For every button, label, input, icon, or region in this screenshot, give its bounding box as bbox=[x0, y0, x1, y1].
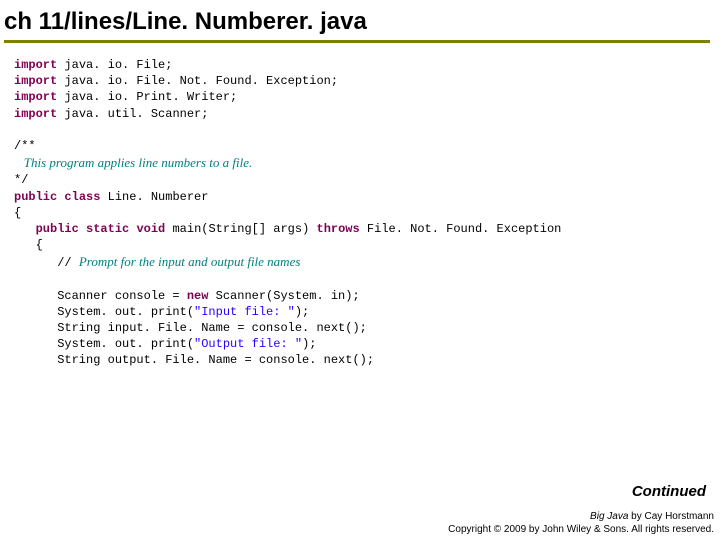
slide-title: ch 11/lines/Line. Numberer. java bbox=[0, 0, 720, 40]
brace-open-2: { bbox=[14, 238, 43, 252]
doc-comment-open: /** bbox=[14, 139, 36, 153]
import-line-3: java. io. Print. Writer; bbox=[57, 90, 237, 104]
keyword-import: import bbox=[14, 58, 57, 72]
keyword-new: new bbox=[187, 289, 209, 303]
footer-line-1: Big Java by Cay Horstmann bbox=[448, 511, 714, 524]
input-filename-line: String input. File. Name = console. next… bbox=[14, 321, 367, 335]
class-name: Line. Numberer bbox=[100, 190, 208, 204]
keyword-class: class bbox=[64, 190, 100, 204]
string-output: "Output file: " bbox=[194, 337, 302, 351]
print-output-b: ); bbox=[302, 337, 316, 351]
import-line-2: java. io. File. Not. Found. Exception; bbox=[57, 74, 338, 88]
keyword-import: import bbox=[14, 74, 57, 88]
code-block: import java. io. File; import java. io. … bbox=[0, 43, 720, 369]
keyword-public: public bbox=[14, 190, 57, 204]
print-input-b: ); bbox=[295, 305, 309, 319]
book-title: Big Java bbox=[590, 511, 628, 522]
copyright: Copyright © 2009 by John Wiley & Sons. A… bbox=[448, 524, 714, 537]
continued-label: Continued bbox=[632, 483, 706, 500]
keyword-static: static bbox=[86, 222, 129, 236]
keyword-import: import bbox=[14, 107, 57, 121]
output-filename-line: String output. File. Name = console. nex… bbox=[14, 353, 374, 367]
scanner-line-b: Scanner(System. in); bbox=[208, 289, 359, 303]
indent bbox=[14, 222, 36, 236]
print-input-a: System. out. print( bbox=[14, 305, 194, 319]
main-signature: main(String[] args) bbox=[165, 222, 316, 236]
author: by Cay Horstmann bbox=[628, 511, 714, 522]
scanner-line-a: Scanner console = bbox=[14, 289, 187, 303]
import-line-4: java. util. Scanner; bbox=[57, 107, 208, 121]
import-line-1: java. io. File; bbox=[57, 58, 172, 72]
string-input: "Input file: " bbox=[194, 305, 295, 319]
throws-clause: File. Not. Found. Exception bbox=[360, 222, 562, 236]
keyword-throws: throws bbox=[317, 222, 360, 236]
print-output-a: System. out. print( bbox=[14, 337, 194, 351]
keyword-public: public bbox=[36, 222, 79, 236]
doc-comment-body: This program applies line numbers to a f… bbox=[14, 155, 252, 170]
brace-open: { bbox=[14, 206, 21, 220]
keyword-void: void bbox=[136, 222, 165, 236]
doc-comment-close: */ bbox=[14, 173, 28, 187]
comment-text: Prompt for the input and output file nam… bbox=[79, 254, 301, 269]
footer: Big Java by Cay Horstmann Copyright © 20… bbox=[448, 511, 714, 536]
comment-lead: // bbox=[14, 256, 79, 270]
keyword-import: import bbox=[14, 90, 57, 104]
